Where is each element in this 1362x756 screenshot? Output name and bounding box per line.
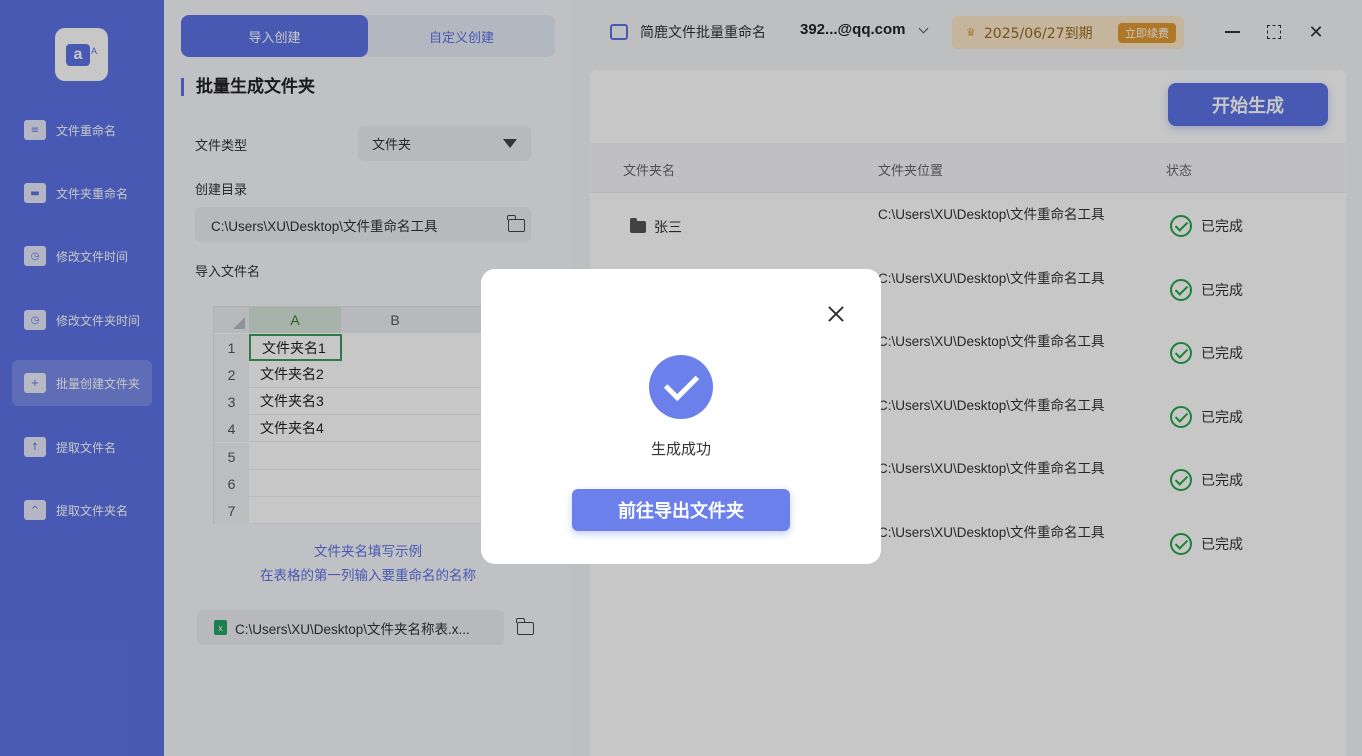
- goto-export-folder-button[interactable]: 前往导出文件夹: [572, 489, 790, 531]
- close-icon[interactable]: [825, 303, 847, 325]
- success-dialog: 生成成功 前往导出文件夹: [481, 269, 881, 564]
- success-message: 生成成功: [650, 440, 711, 458]
- check-circle-icon: [649, 355, 713, 419]
